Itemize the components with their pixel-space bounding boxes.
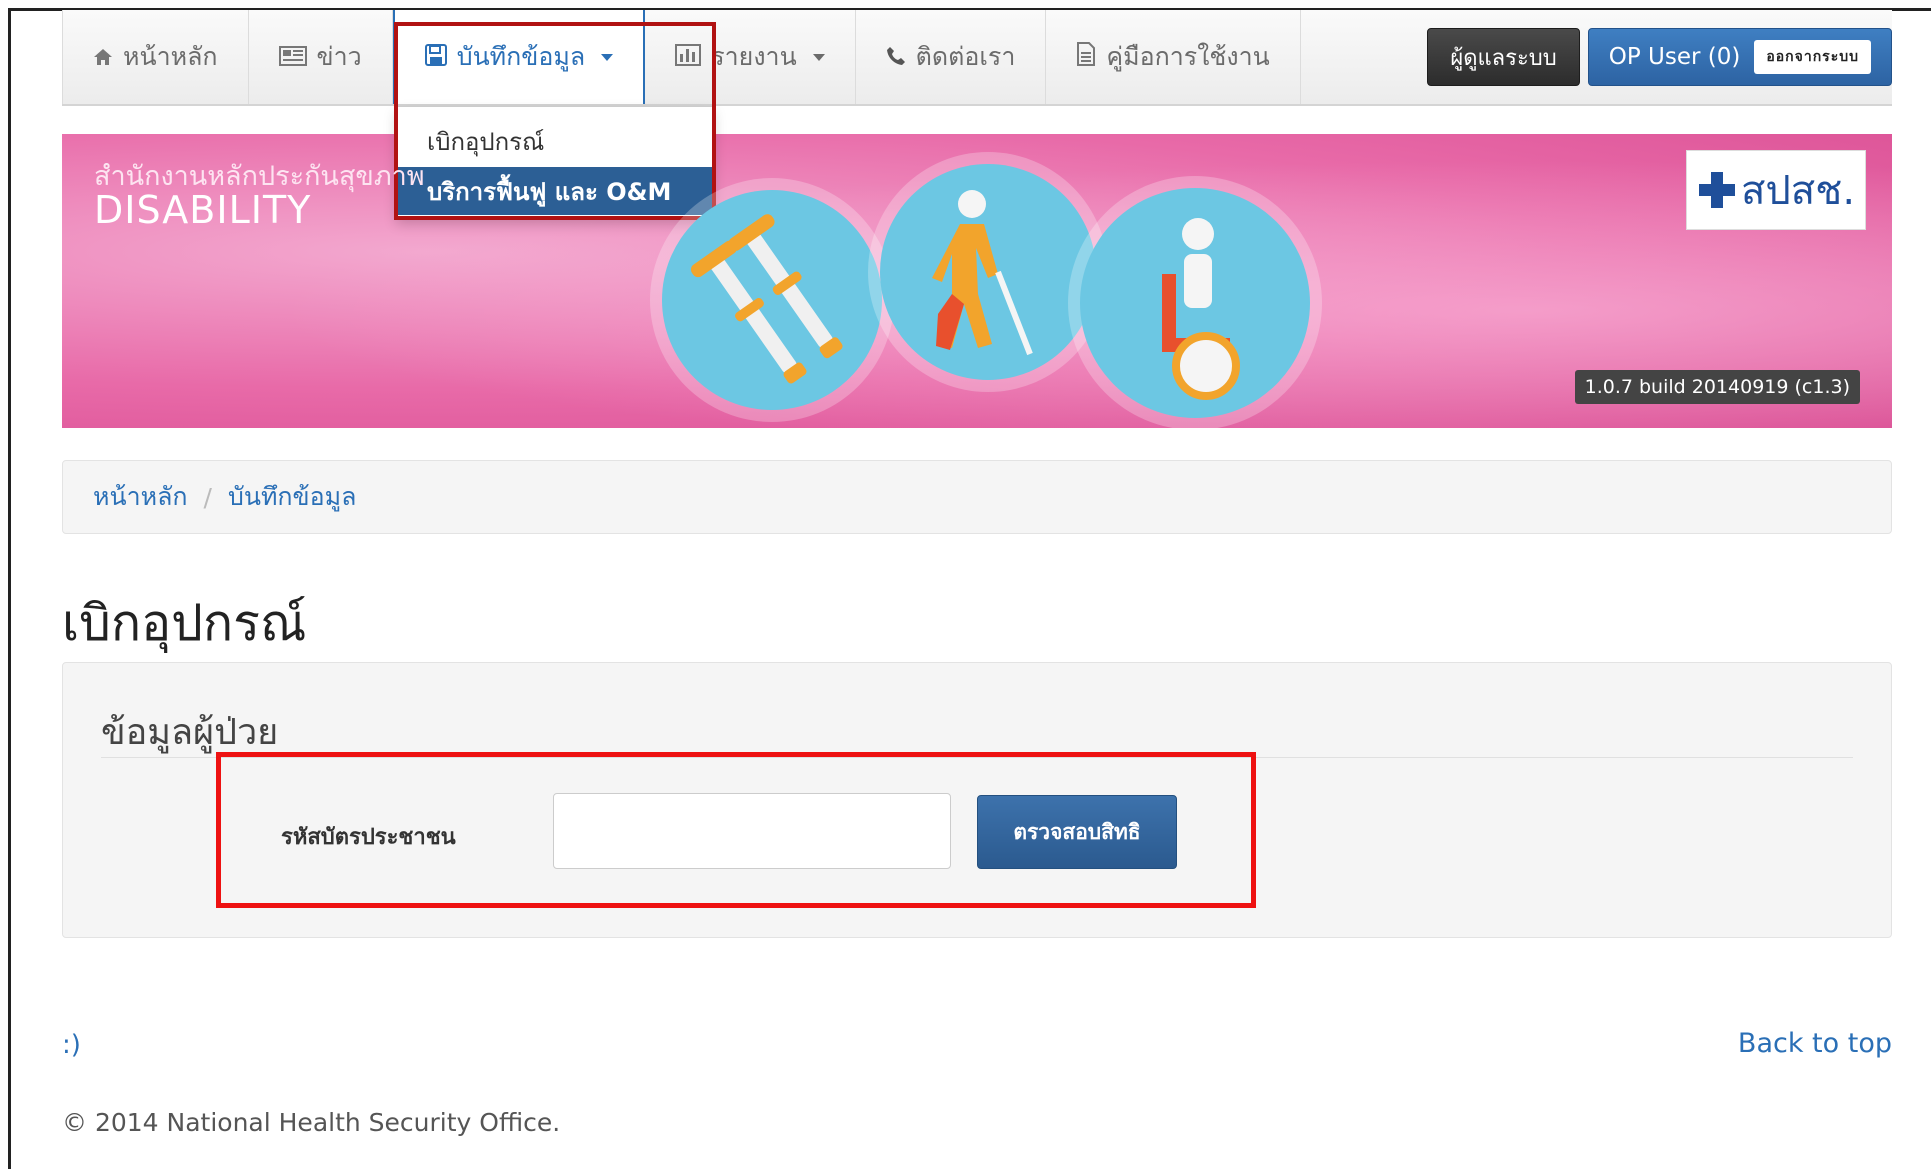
nav-record-data-label: บันทึกข้อมูล xyxy=(456,42,586,71)
breadcrumb-home[interactable]: หน้าหลัก xyxy=(93,477,188,517)
page-title: เบิกอุปกรณ์ xyxy=(62,594,307,652)
nav-contact[interactable]: ติดต่อเรา xyxy=(856,10,1047,104)
logout-button[interactable]: ออกจากระบบ xyxy=(1754,40,1871,74)
nav-news[interactable]: ข่าว xyxy=(249,10,393,104)
panel-title: ข้อมูลผู้ป่วย xyxy=(101,712,279,753)
home-icon xyxy=(93,43,113,72)
user-label: OP User (0) xyxy=(1608,44,1741,70)
nav-user-area: ผู้ดูแลระบบ OP User (0) ออกจากระบบ xyxy=(1427,10,1892,104)
citizen-id-label: รหัสบัตรประชาชน xyxy=(281,825,456,850)
admin-button[interactable]: ผู้ดูแลระบบ xyxy=(1427,28,1580,86)
nav-report-label: รายงาน xyxy=(711,42,797,71)
nav-manual[interactable]: คู่มือการใช้งาน xyxy=(1046,10,1301,104)
chevron-down-icon xyxy=(812,53,825,61)
top-navbar: หน้าหลัก ข่าว บันทึกข้อมูล รายงาน ติดต่อ… xyxy=(62,10,1892,106)
menu-item-equipment-request[interactable]: เบิกอุปกรณ์ xyxy=(397,117,713,165)
bar-chart-icon xyxy=(675,43,702,72)
logo-text: สปสช. xyxy=(1740,168,1856,214)
blind-walker-icon xyxy=(880,164,1096,380)
nav-news-label: ข่าว xyxy=(316,42,362,71)
breadcrumb-current[interactable]: บันทึกข้อมูล xyxy=(228,477,356,517)
user-button[interactable]: OP User (0) ออกจากระบบ xyxy=(1587,28,1892,86)
chevron-down-icon xyxy=(601,53,614,61)
newspaper-icon xyxy=(278,43,307,72)
nav-manual-label: คู่มือการใช้งาน xyxy=(1106,42,1270,71)
nav-contact-label: ติดต่อเรา xyxy=(915,42,1016,71)
nav-record-data[interactable]: บันทึกข้อมูล xyxy=(392,10,646,104)
header-banner: สำนักงานหลักประกันสุขภาพ DISABILITY สปสช… xyxy=(62,134,1892,428)
nav-report[interactable]: รายงาน xyxy=(645,10,856,104)
nav-home-label: หน้าหลัก xyxy=(123,42,218,71)
nhso-logo: สปสช. xyxy=(1686,150,1866,230)
phone-icon xyxy=(886,43,906,72)
breadcrumb: หน้าหลัก / บันทึกข้อมูล xyxy=(62,460,1892,534)
patient-info-panel: ข้อมูลผู้ป่วย รหัสบัตรประชาชน ตรวจสอบสิท… xyxy=(62,662,1892,938)
save-icon xyxy=(424,43,447,72)
crutches-icon xyxy=(662,190,882,410)
panel-divider xyxy=(101,757,1853,758)
version-badge: 1.0.7 build 20140919 (c1.3) xyxy=(1574,370,1860,404)
back-to-top-link[interactable]: Back to top xyxy=(1738,1028,1892,1059)
citizen-id-input[interactable] xyxy=(553,793,951,869)
breadcrumb-separator: / xyxy=(203,482,212,512)
footer-smile: :) xyxy=(62,1030,81,1060)
copyright-text: © 2014 National Health Security Office. xyxy=(62,1108,561,1137)
nav-home[interactable]: หน้าหลัก xyxy=(62,10,249,104)
banner-title: DISABILITY xyxy=(94,188,312,232)
wheelchair-icon xyxy=(1080,188,1310,418)
check-eligibility-button[interactable]: ตรวจสอบสิทธิ xyxy=(977,795,1177,869)
document-icon xyxy=(1076,42,1096,72)
cross-logo-icon xyxy=(1698,172,1735,208)
